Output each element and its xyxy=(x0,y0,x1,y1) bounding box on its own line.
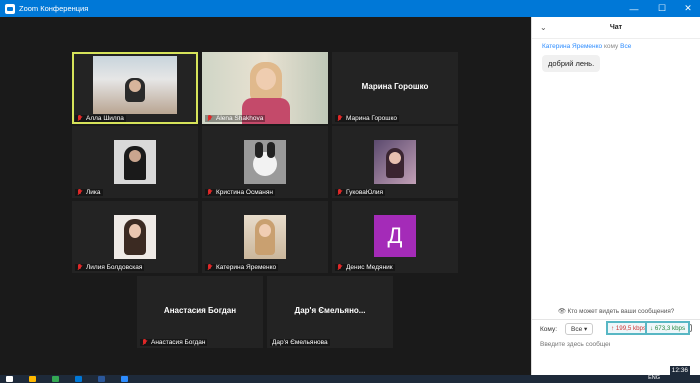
browser-icon[interactable] xyxy=(52,376,59,382)
message-sender[interactable]: Катерина Яременко xyxy=(542,43,602,50)
muted-mic-icon xyxy=(77,115,83,122)
participant-tile[interactable]: ГуковаЮлия xyxy=(332,126,458,198)
participant-label: Денис Медяник xyxy=(335,264,395,271)
participant-tile[interactable]: Дар'я Ємельяно... Дар'я Ємельянова xyxy=(267,276,393,348)
explorer-icon[interactable] xyxy=(29,376,36,382)
chat-title: Чат xyxy=(609,24,623,31)
recipient-label: Кому: xyxy=(540,325,557,333)
recipient-select[interactable]: Все ▾ xyxy=(565,323,594,335)
participant-label: Дар'я Ємельянова xyxy=(270,339,330,346)
privacy-info-link[interactable]: 👁 Кто может видеть ваши сообщения? xyxy=(532,307,700,315)
chat-header: ⌄ Чат xyxy=(532,17,700,39)
participant-tile[interactable]: Лика xyxy=(72,126,198,198)
participant-video xyxy=(244,215,286,259)
participant-tile[interactable]: Марина Горошко Марина Горошко xyxy=(332,52,458,124)
chat-message-bubble: добрий лень. xyxy=(542,55,601,72)
participant-name-placeholder: Анастасия Богдан xyxy=(163,306,237,315)
message-to-prefix: кому xyxy=(603,43,619,50)
muted-mic-icon xyxy=(337,115,343,122)
participant-video xyxy=(374,140,416,184)
participant-name-placeholder: Марина Горошко xyxy=(361,82,429,91)
participant-tile[interactable]: Лилия Болдовская xyxy=(72,201,198,273)
participant-tile[interactable]: Кристина Османян xyxy=(202,126,328,198)
video-gallery: Алла Шилпа Alena Shakhova Марина Горошко… xyxy=(0,17,531,375)
participant-label: Алла Шилпа xyxy=(75,115,126,122)
participant-video xyxy=(114,215,156,259)
chat-input[interactable] xyxy=(540,341,610,348)
title-bar: Zoom Конференция — ☐ ✕ xyxy=(0,0,700,17)
clock[interactable]: 12:36 xyxy=(669,366,690,375)
window-title: Zoom Конференция xyxy=(19,4,89,13)
participant-label: Анастасия Богдан xyxy=(140,339,208,346)
edge-icon[interactable] xyxy=(75,376,82,382)
download-rate-badge: ↓ 673,3 kbps xyxy=(645,321,691,335)
participant-label: Лика xyxy=(75,189,103,196)
chat-divider xyxy=(532,319,700,320)
minimize-button[interactable]: — xyxy=(620,0,648,17)
message-recipient[interactable]: Все xyxy=(620,43,631,50)
muted-mic-icon xyxy=(207,189,213,196)
participant-label: Марина Горошко xyxy=(335,115,400,122)
participant-tile[interactable]: Катерина Яременко xyxy=(202,201,328,273)
participant-label: Катерина Яременко xyxy=(205,264,279,271)
eye-icon: 👁 xyxy=(557,308,566,315)
participant-tile[interactable]: Alena Shakhova xyxy=(202,52,328,124)
windows-taskbar: ENG 12:36 xyxy=(0,366,700,383)
participant-video xyxy=(244,140,286,184)
participant-tile[interactable]: Д Денис Медяник xyxy=(332,201,458,273)
maximize-button[interactable]: ☐ xyxy=(648,0,676,17)
chevron-down-icon[interactable]: ⌄ xyxy=(540,23,547,32)
participant-video xyxy=(202,52,328,124)
participant-avatar: Д xyxy=(374,215,416,257)
word-icon[interactable] xyxy=(98,376,105,382)
zoom-app-icon xyxy=(5,3,15,14)
participant-label: Лилия Болдовская xyxy=(75,264,145,271)
muted-mic-icon xyxy=(207,115,213,122)
participant-video xyxy=(114,140,156,184)
recipient-row: Кому: Все ▾ xyxy=(540,323,594,335)
muted-mic-icon xyxy=(207,264,213,271)
participant-tile[interactable]: Алла Шилпа xyxy=(72,52,198,124)
muted-mic-icon xyxy=(77,264,83,271)
participant-label: ГуковаЮлия xyxy=(335,189,386,196)
muted-mic-icon xyxy=(77,189,83,196)
muted-mic-icon xyxy=(337,189,343,196)
participant-video xyxy=(93,56,177,114)
participant-label: Alena Shakhova xyxy=(205,115,266,122)
participant-label: Кристина Османян xyxy=(205,189,275,196)
language-indicator[interactable]: ENG xyxy=(648,375,660,381)
participant-name-placeholder: Дар'я Ємельяно... xyxy=(294,306,366,315)
muted-mic-icon xyxy=(142,339,148,346)
participant-tile[interactable]: Анастасия Богдан Анастасия Богдан xyxy=(137,276,263,348)
close-button[interactable]: ✕ xyxy=(674,0,700,17)
start-icon[interactable] xyxy=(6,376,13,382)
chat-message-meta: Катерина Яременко кому Все xyxy=(542,43,700,50)
zoom-taskbar-icon[interactable] xyxy=(121,376,128,382)
muted-mic-icon xyxy=(337,264,343,271)
